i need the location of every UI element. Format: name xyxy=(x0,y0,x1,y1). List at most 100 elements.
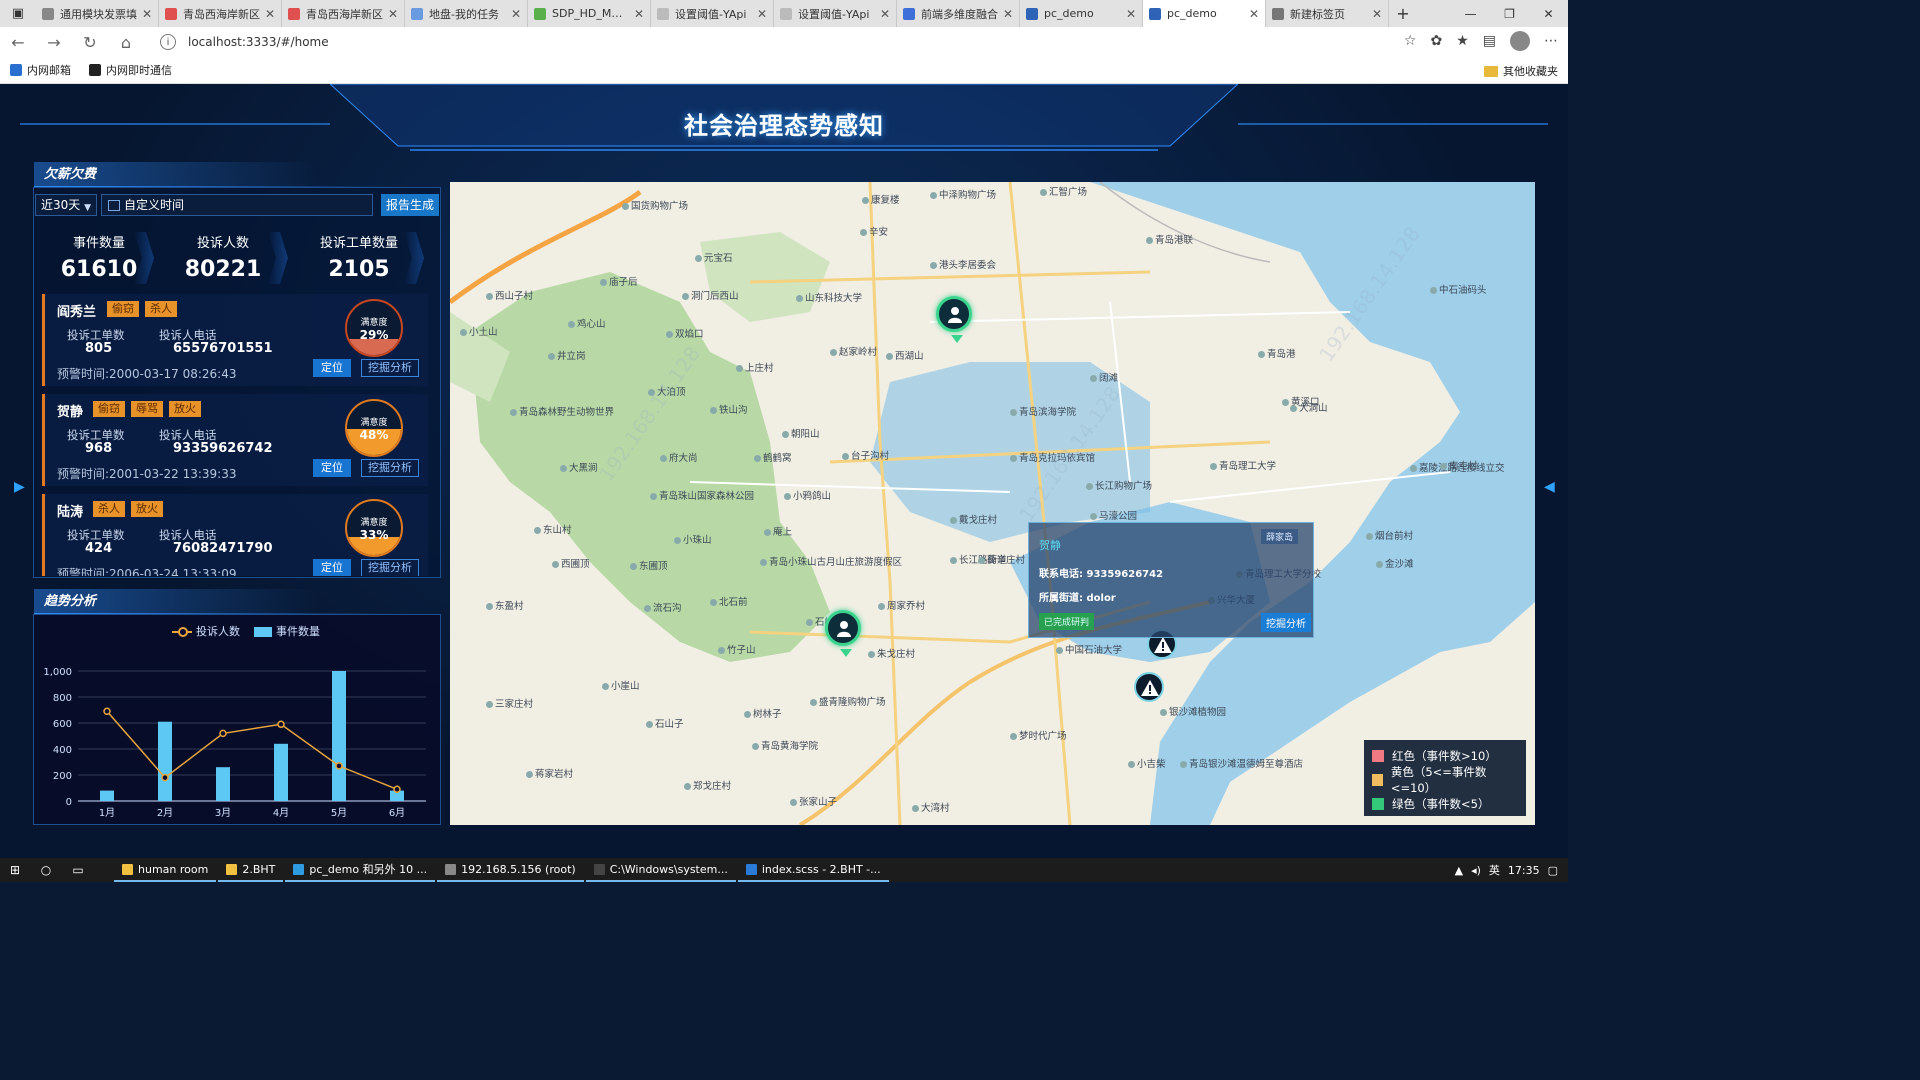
ime-indicator[interactable]: 英 xyxy=(1489,862,1500,878)
map-place-label[interactable]: 戴戈庄村 xyxy=(950,512,997,526)
browser-tab[interactable]: 设置阈值-YApi ✕ xyxy=(774,0,897,27)
taskbar-item[interactable]: 2.BHT xyxy=(218,858,284,882)
taskbar-item[interactable]: 192.168.5.156 (root) xyxy=(437,858,584,882)
person-marker[interactable] xyxy=(936,296,972,343)
map-place-label[interactable]: 金沙滩 xyxy=(1376,556,1414,570)
taskbar-item[interactable]: human room xyxy=(114,858,217,882)
map-place-label[interactable]: 银沙滩植物园 xyxy=(1160,704,1226,718)
map-place-label[interactable]: 赵家岭村 xyxy=(830,344,877,358)
map-place-label[interactable]: 郑戈庄村 xyxy=(684,778,731,792)
legend-item-line[interactable]: 投诉人数 xyxy=(172,623,240,639)
map-place-label[interactable]: 蒋家岩村 xyxy=(526,766,573,780)
map-place-label[interactable]: 井立岗 xyxy=(548,348,586,362)
map-place-label[interactable]: 青岛珠山国家森林公园 xyxy=(650,488,754,502)
map-place-label[interactable]: 府大尚 xyxy=(660,450,698,464)
warning-marker[interactable] xyxy=(1134,672,1164,702)
map-place-label[interactable]: 马濠公园 xyxy=(1090,508,1137,522)
map-place-label[interactable]: 烟台前村 xyxy=(1366,528,1413,542)
map-place-label[interactable]: 东圃顶 xyxy=(630,558,668,572)
tab-close-icon[interactable]: ✕ xyxy=(634,7,644,21)
map-place-label[interactable]: 庵上 xyxy=(764,524,792,538)
locate-button[interactable]: 定位 xyxy=(313,359,351,377)
legend-item-bar[interactable]: 事件数量 xyxy=(254,623,320,639)
map-place-label[interactable]: 青岛港 xyxy=(1258,346,1296,360)
map-place-label[interactable]: 三家庄村 xyxy=(486,696,533,710)
map-place-label[interactable]: 盛青隆购物广场 xyxy=(810,694,886,708)
tab-close-icon[interactable]: ✕ xyxy=(757,7,767,21)
restore-icon[interactable]: ❐ xyxy=(1490,0,1529,27)
map-place-label[interactable]: 流石沟 xyxy=(644,600,682,614)
browser-tab[interactable]: pc_demo ✕ xyxy=(1020,0,1143,27)
network-icon[interactable]: ▲ xyxy=(1455,864,1463,877)
map-place-label[interactable]: 竹子山 xyxy=(718,642,756,656)
mine-analysis-button[interactable]: 挖掘分析 xyxy=(361,359,419,377)
tab-close-icon[interactable]: ✕ xyxy=(142,7,152,21)
map-place-label[interactable]: 青岛滨海学院 xyxy=(1010,404,1076,418)
bookmark-item[interactable]: 内网邮箱 xyxy=(10,62,71,78)
tab-close-icon[interactable]: ✕ xyxy=(265,7,275,21)
browser-tab[interactable]: 青岛西海岸新区 ✕ xyxy=(282,0,405,27)
generate-report-button[interactable]: 报告生成 xyxy=(381,194,439,216)
map-place-label[interactable]: 大洞山 xyxy=(1290,400,1328,414)
map-place-label[interactable]: 中石油码头 xyxy=(1430,282,1487,296)
url-field[interactable]: i localhost:3333/#/home xyxy=(160,31,1380,53)
map-place-label[interactable]: 梦时代广场 xyxy=(1010,728,1067,742)
tab-close-icon[interactable]: ✕ xyxy=(880,7,890,21)
windows-start-icon[interactable]: ⊞ xyxy=(0,863,30,877)
tab-close-icon[interactable]: ✕ xyxy=(1003,7,1013,21)
map-place-label[interactable]: 庙子后 xyxy=(600,274,638,288)
tab-actions-icon[interactable]: ▣ xyxy=(0,0,36,27)
clock[interactable]: 17:35 xyxy=(1508,864,1540,877)
map-place-label[interactable]: 朝阳山 xyxy=(782,426,820,440)
map-place-label[interactable]: 国货购物广场 xyxy=(622,198,688,212)
right-arrow-icon[interactable]: ◀ xyxy=(1544,479,1555,495)
left-arrow-icon[interactable]: ▶ xyxy=(14,479,25,495)
map-place-label[interactable]: 北石前 xyxy=(710,594,748,608)
notification-icon[interactable]: ▢ xyxy=(1548,864,1558,877)
popup-mine-button[interactable]: 挖掘分析 xyxy=(1261,613,1311,632)
other-bookmarks[interactable]: 其他收藏夹 xyxy=(1484,63,1558,79)
map-place-label[interactable]: 元宝石 xyxy=(695,250,733,264)
favorites-icon[interactable]: ★ xyxy=(1456,33,1469,49)
range-select[interactable]: 近30天 ▼ xyxy=(35,194,97,216)
map-place-label[interactable]: 西山子村 xyxy=(486,288,533,302)
alert-list[interactable]: 阎秀兰 偷窃 杀人 投诉工单数 投诉人电话 805 65576701551 预警时间:2000… xyxy=(42,294,432,576)
map-place-label[interactable]: 张家山子 xyxy=(790,794,837,808)
map-place-label[interactable]: 汇智广场 xyxy=(1040,184,1087,198)
map-place-label[interactable]: 阔滩 xyxy=(1090,370,1118,384)
map-place-label[interactable]: 鸡心山 xyxy=(568,316,606,330)
map-place-label[interactable]: 小珠山 xyxy=(674,532,712,546)
map-place-label[interactable]: 朱戈庄村 xyxy=(868,646,915,660)
map-place-label[interactable]: 青岛小珠山古月山庄旅游度假区 xyxy=(760,554,902,568)
map-place-label[interactable]: 西圃顶 xyxy=(552,556,590,570)
mine-analysis-button[interactable]: 挖掘分析 xyxy=(361,559,419,576)
forward-icon[interactable]: → xyxy=(36,33,72,52)
extensions-icon[interactable]: ✿ xyxy=(1430,33,1442,49)
map-place-label[interactable]: 中国石油大学 xyxy=(1056,642,1122,656)
tab-close-icon[interactable]: ✕ xyxy=(1372,7,1382,21)
map-place-label[interactable]: 上庄村 xyxy=(736,360,774,374)
browser-tab[interactable]: 前端多维度融合 ✕ xyxy=(897,0,1020,27)
task-view-icon[interactable]: ▭ xyxy=(62,863,94,877)
map-place-label[interactable]: 小吉柴 xyxy=(1128,756,1166,770)
mine-analysis-button[interactable]: 挖掘分析 xyxy=(361,459,419,477)
map-place-label[interactable]: 青岛森林野生动物世界 xyxy=(510,404,614,418)
map-place-label[interactable]: 中泽购物广场 xyxy=(930,187,996,201)
map-place-label[interactable]: 青岛港联 xyxy=(1146,232,1193,246)
map-place-label[interactable]: 小鸦鸽山 xyxy=(784,488,831,502)
reload-icon[interactable]: ↻ xyxy=(72,33,108,52)
browser-tab[interactable]: pc_demo ✕ xyxy=(1143,0,1266,27)
browser-tab[interactable]: 新建标签页 ✕ xyxy=(1266,0,1389,27)
browser-tab[interactable]: SDP_HD_MDSS ✕ xyxy=(528,0,651,27)
map-place-label[interactable]: 双焰口 xyxy=(666,326,704,340)
map-place-label[interactable]: 石山子 xyxy=(646,716,684,730)
minimize-icon[interactable]: — xyxy=(1451,0,1490,27)
map-place-label[interactable]: 大湾村 xyxy=(912,800,950,814)
browser-tab[interactable]: 通用模块发票填 ✕ xyxy=(36,0,159,27)
map-place-label[interactable]: 长江购物广场 xyxy=(1086,478,1152,492)
map-place-label[interactable]: 山东科技大学 xyxy=(796,290,862,304)
browser-tab[interactable]: 地盘-我的任务 ✕ xyxy=(405,0,528,27)
more-menu-icon[interactable]: ⋯ xyxy=(1544,33,1558,49)
tab-close-icon[interactable]: ✕ xyxy=(1249,7,1259,21)
volume-icon[interactable]: ◂) xyxy=(1471,864,1481,877)
